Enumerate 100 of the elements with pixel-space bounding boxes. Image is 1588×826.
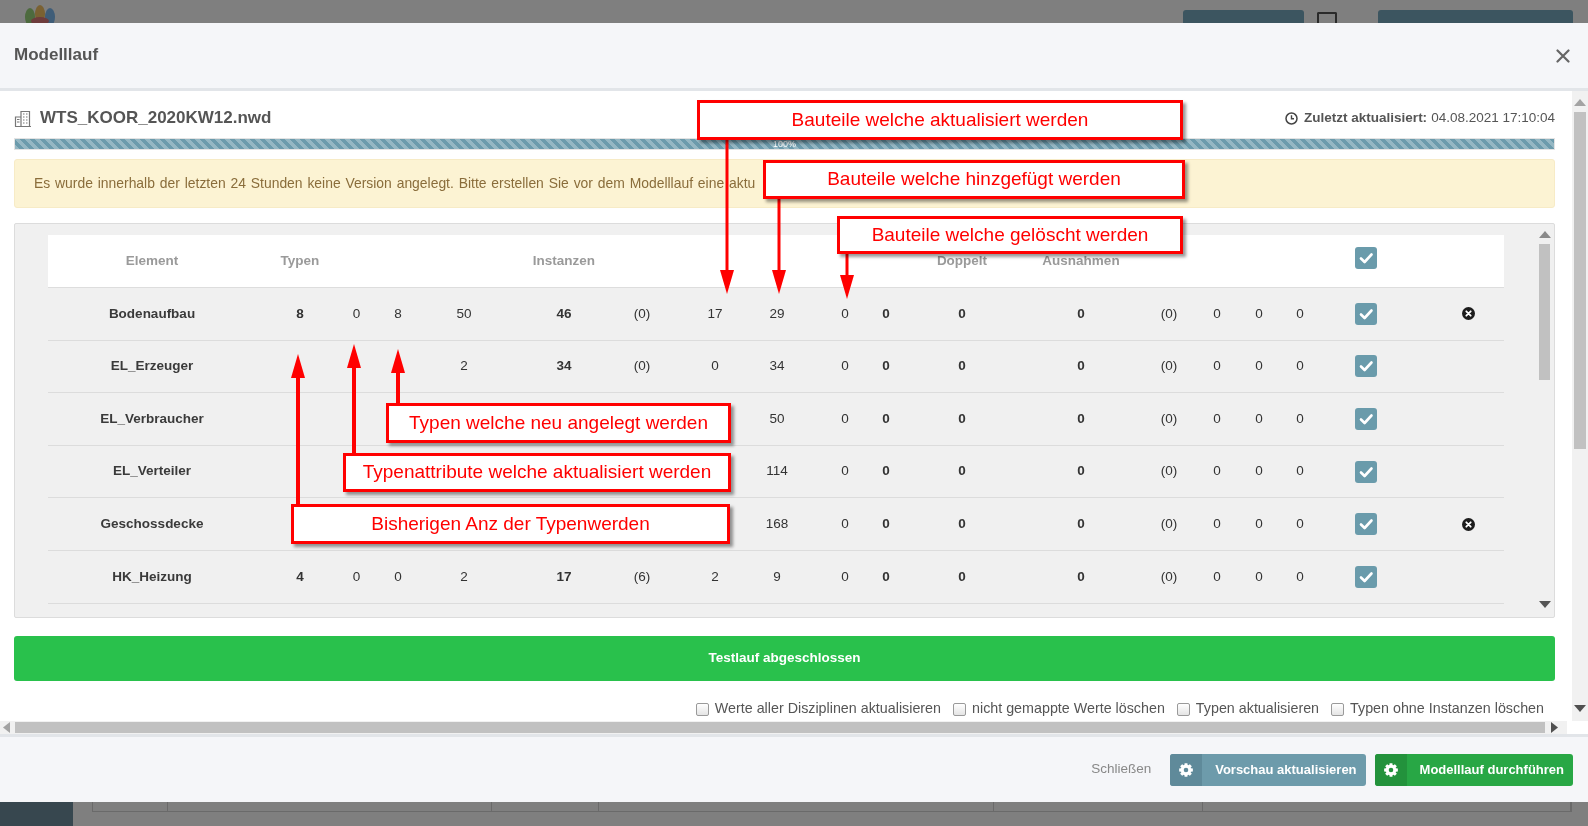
table-cell-text: 8 — [296, 304, 304, 323]
annotation-label: Typen welche neu angelegt werden — [386, 403, 731, 443]
element-name: Bodenaufbau — [108, 304, 196, 323]
table-cell-text: 0 — [1077, 357, 1085, 376]
table-cell-text: 0 — [1213, 567, 1221, 586]
table-cell-text: 0 — [1296, 409, 1304, 428]
table-cell-text: 0 — [1255, 409, 1263, 428]
checkbox[interactable] — [1355, 247, 1377, 269]
scrollbar-thumb[interactable] — [1539, 244, 1550, 380]
table-cell-text: 0 — [1077, 462, 1085, 481]
table-cell-text: 0 — [1296, 515, 1304, 534]
table-cell-text: (0) — [1160, 567, 1178, 586]
checkbox-label[interactable]: Typen ohne Instanzen löschen — [1350, 698, 1544, 720]
table-cell-text: (0) — [633, 304, 651, 323]
checkbox-label[interactable]: nicht gemappte Werte löschen — [972, 698, 1165, 720]
table-cell-text: 0 — [882, 357, 890, 376]
scrollbar-thumb[interactable] — [1574, 112, 1586, 449]
annotation-label: Bauteile welche gelöscht werden — [837, 216, 1183, 254]
table-cell-text: 0 — [1077, 409, 1085, 428]
clock-icon — [1285, 111, 1299, 125]
status-banner: Testlauf abgeschlossen — [14, 636, 1555, 681]
table-cell-text: 50 — [769, 409, 785, 428]
table-cell-text: 0 — [958, 409, 966, 428]
remove-icon[interactable] — [1461, 307, 1475, 321]
table-cell-text: 0 — [882, 567, 890, 586]
table-cell-text: 0 — [1255, 304, 1263, 323]
checkbox-label[interactable]: Werte aller Disziplinen aktualisieren — [714, 698, 941, 720]
table-cell-text: 0 — [1255, 357, 1263, 376]
table-cell-text: 0 — [841, 567, 849, 586]
table-cell-text: 0 — [841, 515, 849, 534]
column-header: Typen — [280, 251, 320, 270]
checkbox[interactable] — [695, 702, 709, 716]
table-cell-text: 0 — [1296, 357, 1304, 376]
table-cell-text: (0) — [1160, 304, 1178, 323]
table-cell-text: 2 — [460, 567, 468, 586]
element-name: Geschossdecke — [100, 515, 204, 534]
horizontal-scrollbar[interactable] — [0, 721, 1588, 734]
element-name: EL_Verbraucher — [100, 409, 204, 428]
table-cell-text: 17 — [556, 567, 572, 586]
table-cell-text: 9 — [773, 567, 781, 586]
remove-icon[interactable] — [1461, 517, 1475, 531]
checkbox[interactable] — [953, 702, 966, 716]
checkbox[interactable] — [1355, 302, 1377, 325]
table-cell-text: 0 — [1255, 567, 1263, 586]
building-icon — [14, 109, 32, 127]
scrollbar-thumb[interactable] — [15, 722, 1545, 733]
table-cell-text: 0 — [1255, 515, 1263, 534]
table-cell-text: 0 — [1077, 304, 1085, 323]
table-cell-text: 17 — [707, 304, 723, 323]
last-updated-label: Zuletzt aktualisiert: — [1304, 108, 1428, 127]
table-cell-text: 0 — [1213, 462, 1221, 481]
table-cell-text: (0) — [633, 357, 651, 376]
table-cell-text: 0 — [1213, 304, 1221, 323]
table-cell-text: 0 — [1296, 462, 1304, 481]
dialog-title: Modelllauf — [14, 45, 99, 66]
table-cell-text: 0 — [841, 304, 849, 323]
table-cell-text: 4 — [296, 567, 304, 586]
checkbox[interactable] — [1355, 408, 1377, 430]
table-cell-text: 0 — [1213, 409, 1221, 428]
table-cell-text: 0 — [1077, 515, 1085, 534]
table-cell-text: 50 — [456, 304, 472, 323]
table-cell-text: 0 — [958, 515, 966, 534]
annotation-label: Bauteile welche hinzgefügt werden — [763, 160, 1185, 199]
table-cell-text: 34 — [769, 357, 785, 376]
element-name: EL_Erzeuger — [110, 357, 194, 376]
annotation-label: Bauteile welche aktualisiert werden — [697, 100, 1183, 140]
element-name: EL_Verteiler — [112, 462, 191, 481]
table-cell-text: 0 — [958, 567, 966, 586]
progress-label: 100% — [773, 139, 796, 149]
gear-icon — [1170, 753, 1203, 786]
checkbox[interactable] — [1355, 355, 1377, 378]
table-cell-text: 2 — [711, 567, 719, 586]
checkbox[interactable] — [1355, 460, 1377, 483]
table-cell-text: 0 — [1255, 462, 1263, 481]
checkbox[interactable] — [1331, 702, 1345, 716]
table-cell-text: 0 — [1213, 357, 1221, 376]
table-cell-text: 2 — [460, 357, 468, 376]
table-cell-text: 8 — [394, 304, 402, 323]
table-cell-text: 0 — [352, 304, 361, 323]
close-icon — [1556, 48, 1570, 63]
element-name: HK_Heizung — [112, 567, 192, 586]
table-cell-text: 168 — [765, 515, 789, 534]
vertical-scrollbar[interactable] — [1572, 91, 1588, 721]
checkbox[interactable] — [1176, 702, 1190, 716]
annotation-arrow — [390, 349, 406, 403]
gear-icon — [1374, 753, 1407, 786]
table-cell-text: (0) — [1160, 409, 1178, 428]
column-header: Element — [125, 251, 179, 270]
table-cell-text: 34 — [556, 357, 572, 376]
file-name: WTS_KOOR_2020KW12.nwd — [40, 107, 272, 130]
last-updated-time: 04.08.2021 17:10:04 — [1431, 108, 1555, 127]
table-cell-text: 0 — [882, 462, 890, 481]
column-header: Instanzen — [532, 251, 596, 270]
annotation-label: Typenattribute welche aktualisiert werden — [343, 453, 731, 492]
checkbox[interactable] — [1355, 513, 1377, 536]
table-cell-text: (6) — [633, 567, 651, 586]
table-cell-text: 29 — [769, 304, 785, 323]
table-cell-text: 0 — [958, 357, 966, 376]
checkbox[interactable] — [1355, 565, 1377, 588]
checkbox-label[interactable]: Typen aktualisieren — [1195, 698, 1320, 720]
